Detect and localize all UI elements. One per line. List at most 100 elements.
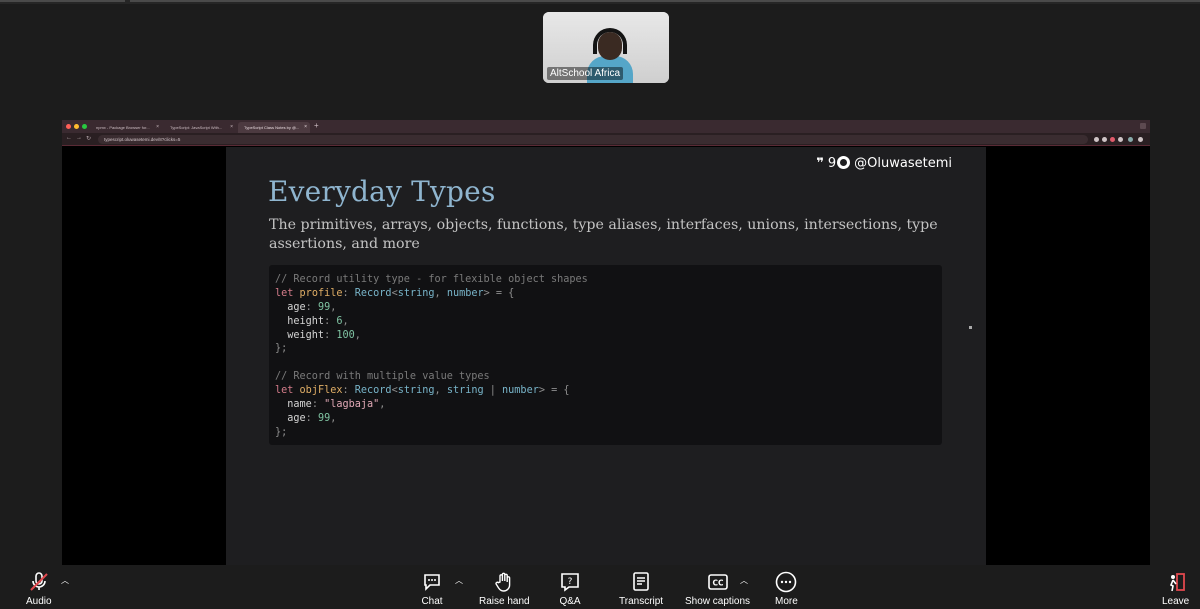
extension-icon[interactable] [1094,137,1099,142]
chat-icon [421,571,443,593]
code-line: }; [275,426,942,440]
code-token: Record [354,385,392,397]
tab-close-icon[interactable]: × [304,122,307,133]
meeting-top-bar [0,0,1200,4]
code-token: Record [354,287,392,299]
tab-title: npmx - Package Browser for... [96,125,150,130]
code-line: weight: 100, [275,329,942,343]
code-token: age [275,301,306,313]
leave-label: Leave [1162,596,1190,607]
forward-icon[interactable]: → [76,135,82,141]
address-bar[interactable]: typescript.oluwasetemi.dev/8?clicks=5 [98,135,1088,144]
slide-title: Everyday Types [268,175,496,208]
maximize-dot[interactable] [82,124,87,129]
transcript-icon [630,571,652,593]
code-line: age: 99, [275,412,942,426]
raise-hand-button[interactable]: Raise hand [479,571,530,607]
code-line: name: "lagbaja", [275,398,942,412]
code-token: , [379,399,386,411]
mic-off-icon [28,571,50,593]
code-token: let [275,385,300,397]
more-button[interactable]: More [775,571,798,607]
minimize-dot[interactable] [74,124,79,129]
profile-icon[interactable] [1128,137,1133,142]
quote-icon: ❞ [816,156,824,171]
code-token: : [324,329,337,341]
raise-hand-label: Raise hand [479,596,530,607]
transcript-button[interactable]: Transcript [619,571,663,607]
browser-viewport: ❞ 9 @Oluwasetemi Everyday Types The primit… [62,147,1150,565]
code-token: 99 [317,301,331,313]
hand-icon [493,571,515,593]
code-token: , [330,301,337,313]
code-token: }; [275,426,288,438]
code-token: : [342,385,355,397]
top-bar-segment [130,0,1200,2]
code-token: string [446,385,484,397]
cc-icon: CC [707,571,729,593]
browser-tab-strip: npmx - Package Browser for... × TypeScrip… [62,120,1150,133]
participant-video-tile[interactable]: AltSchool Africa [543,12,669,83]
code-token: , [342,315,349,327]
brand-handle: @Oluwasetemi [854,156,952,171]
qa-icon: ? [559,571,581,593]
code-token: : [324,315,337,327]
menu-icon[interactable] [1138,137,1143,142]
show-captions-label: Show captions [685,596,751,607]
tab-search-icon[interactable] [1140,123,1146,129]
code-token: objFlex [299,385,343,397]
participant-name: AltSchool Africa [547,67,624,80]
audio-label: Audio [26,596,52,607]
code-token: > = { [483,287,515,299]
code-token: // Record with multiple value types [275,371,490,383]
tab-title: TypeScript: JavaScript With... [170,125,223,130]
headset [593,28,627,54]
code-line: let objFlex: Record<string, string | num… [275,384,942,398]
extension-icon[interactable] [1118,137,1123,142]
more-icon [775,571,797,593]
code-token: let [275,287,300,299]
chat-label: Chat [421,596,443,607]
window-controls [66,124,87,129]
new-tab-icon[interactable]: + [314,121,319,130]
reload-icon[interactable]: ↻ [86,135,91,142]
leave-icon [1165,571,1187,593]
browser-toolbar: ← → ↻ typescript.oluwasetemi.dev/8?click… [62,133,1150,146]
leave-button[interactable]: Leave [1162,571,1189,607]
extension-icon[interactable] [1110,137,1115,142]
browser-tab[interactable]: npmx - Package Browser for... × [90,122,162,133]
slide: ❞ 9 @Oluwasetemi Everyday Types The primit… [226,147,986,565]
code-block: // Record utility type - for flexible ob… [269,265,942,445]
code-token: 99 [317,412,331,424]
code-token: number [446,287,484,299]
audio-options-chevron-icon[interactable]: ︿ [61,575,69,586]
qa-button[interactable]: ? Q&A [559,571,581,607]
code-token: height [275,315,325,327]
slide-subtitle: The primitives, arrays, objects, functio… [269,217,938,252]
code-token: | [483,385,503,397]
browser-tab[interactable]: TypeScript: JavaScript With... × [164,122,236,133]
tab-close-icon[interactable]: × [230,122,233,133]
code-token: , [434,287,447,299]
code-line: age: 99, [275,301,942,315]
qa-label: Q&A [559,596,581,607]
code-token: string [397,287,435,299]
github-icon [837,156,851,169]
code-token: , [330,412,337,424]
chat-options-chevron-icon[interactable]: ︿ [455,575,463,586]
extension-icon[interactable] [1102,137,1107,142]
audio-button[interactable]: Audio [26,571,52,607]
tab-close-icon[interactable]: × [156,122,159,133]
code-token: > = { [538,385,570,397]
close-dot[interactable] [66,124,71,129]
back-icon[interactable]: ← [66,135,72,141]
code-token: "lagbaja" [324,399,380,411]
slide-brand: ❞ 9 @Oluwasetemi [816,156,952,171]
chat-button[interactable]: Chat [421,571,443,607]
code-line: height: 6, [275,315,942,329]
captions-options-chevron-icon[interactable]: ︿ [740,575,748,586]
code-line: // Record utility type - for flexible ob… [275,273,942,287]
browser-tab-active[interactable]: TypeScript Class Notes by @... × [238,122,310,133]
mouse-pointer [969,326,972,329]
